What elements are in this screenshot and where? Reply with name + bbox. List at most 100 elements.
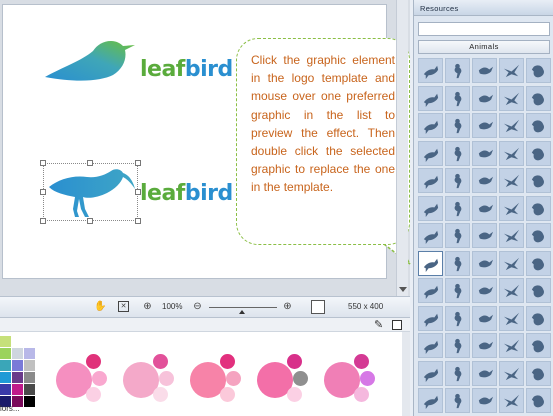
graphic-cell[interactable]: [526, 223, 551, 248]
graphic-cell[interactable]: [445, 360, 470, 386]
color-box-icon[interactable]: [392, 320, 402, 330]
hand-icon[interactable]: ✋: [94, 301, 106, 312]
songbird-logo-graphic[interactable]: [43, 37, 139, 85]
graphic-cell[interactable]: [526, 168, 551, 193]
zoom-in-icon[interactable]: ⊕: [282, 301, 293, 312]
color-swatch[interactable]: [12, 372, 23, 383]
palette-scrollbar[interactable]: [402, 332, 410, 416]
graphic-cell[interactable]: [418, 113, 443, 138]
graphic-cell[interactable]: [526, 85, 551, 111]
graphic-cell[interactable]: [499, 223, 524, 248]
graphic-cell[interactable]: [499, 388, 524, 413]
graphic-cell[interactable]: [499, 58, 524, 83]
color-swatch[interactable]: [24, 372, 35, 383]
graphic-cell[interactable]: [445, 85, 470, 111]
graphic-cell[interactable]: [418, 333, 443, 358]
graphic-cell[interactable]: [445, 250, 470, 276]
resources-search-input[interactable]: [418, 22, 550, 36]
graphic-cell[interactable]: [472, 58, 497, 83]
color-scheme-item[interactable]: [190, 354, 246, 410]
category-dropdown[interactable]: Animals: [418, 40, 550, 54]
color-swatch[interactable]: [0, 372, 11, 383]
graphic-cell[interactable]: [526, 250, 551, 276]
graphic-cell[interactable]: [499, 168, 524, 193]
graphic-cell[interactable]: [445, 278, 470, 303]
color-swatch[interactable]: [0, 384, 11, 395]
color-scheme-item[interactable]: [324, 354, 380, 410]
fit-icon[interactable]: ✕: [118, 301, 129, 312]
graphic-cell[interactable]: [472, 388, 497, 413]
color-swatch[interactable]: [12, 336, 23, 347]
graphic-cell[interactable]: [526, 278, 551, 303]
color-swatch[interactable]: [24, 384, 35, 395]
color-swatch[interactable]: [0, 336, 11, 347]
graphic-cell[interactable]: [472, 333, 497, 358]
scroll-down-arrow-icon[interactable]: [399, 287, 407, 292]
color-swatch[interactable]: [0, 348, 11, 359]
graphic-cell[interactable]: [418, 223, 443, 248]
graphic-cell[interactable]: [526, 58, 551, 83]
graphic-cell[interactable]: [445, 305, 470, 331]
graphic-cell[interactable]: [526, 360, 551, 386]
background-color-button[interactable]: [311, 300, 325, 314]
graphic-cell[interactable]: [418, 360, 443, 386]
color-scheme-item[interactable]: [123, 354, 179, 410]
graphic-cell[interactable]: [472, 168, 497, 193]
graphic-cell[interactable]: [526, 305, 551, 331]
graphic-cell[interactable]: [526, 333, 551, 358]
graphic-cell[interactable]: [418, 305, 443, 331]
crosshair-icon[interactable]: ⊕: [142, 301, 153, 312]
graphic-cell[interactable]: [499, 113, 524, 138]
color-scheme-item[interactable]: [257, 354, 313, 410]
graphic-cell[interactable]: [499, 195, 524, 221]
color-swatch[interactable]: [0, 360, 11, 371]
graphic-cell[interactable]: [445, 195, 470, 221]
zoom-slider-track[interactable]: [209, 307, 277, 308]
color-swatch[interactable]: [12, 348, 23, 359]
graphic-cell[interactable]: [418, 195, 443, 221]
graphic-cell[interactable]: [472, 195, 497, 221]
graphic-cell[interactable]: [472, 360, 497, 386]
graphic-cell[interactable]: [499, 140, 524, 166]
curlew-logo-graphic[interactable]: [45, 165, 137, 221]
graphic-cell[interactable]: [472, 113, 497, 138]
graphic-cell[interactable]: [445, 140, 470, 166]
graphic-cell[interactable]: [418, 140, 443, 166]
graphic-cell[interactable]: [445, 388, 470, 413]
graphic-cell[interactable]: [526, 388, 551, 413]
graphic-cell[interactable]: [526, 195, 551, 221]
color-swatch[interactable]: [12, 384, 23, 395]
color-swatch[interactable]: [24, 348, 35, 359]
more-colors-link[interactable]: lors...: [0, 404, 20, 413]
graphic-cell[interactable]: [499, 85, 524, 111]
graphic-cell[interactable]: [445, 168, 470, 193]
zoom-out-icon[interactable]: ⊖: [192, 301, 203, 312]
graphic-cell[interactable]: [418, 278, 443, 303]
zoom-slider-thumb[interactable]: [239, 310, 245, 314]
graphic-cell[interactable]: [418, 58, 443, 83]
eyedropper-icon[interactable]: ✎: [374, 318, 383, 331]
graphic-cell[interactable]: [472, 140, 497, 166]
graphic-cell[interactable]: [418, 388, 443, 413]
graphic-cell[interactable]: [472, 250, 497, 276]
graphic-cell[interactable]: [445, 223, 470, 248]
graphic-cell[interactable]: [445, 333, 470, 358]
graphic-cell[interactable]: [499, 333, 524, 358]
graphic-cell[interactable]: [472, 305, 497, 331]
color-swatch[interactable]: [24, 336, 35, 347]
color-swatch[interactable]: [24, 360, 35, 371]
color-swatch[interactable]: [12, 360, 23, 371]
graphic-cell[interactable]: [472, 278, 497, 303]
graphic-cell[interactable]: [445, 113, 470, 138]
color-scheme-item[interactable]: [56, 354, 112, 410]
graphic-cell[interactable]: [418, 168, 443, 193]
graphic-cell[interactable]: [499, 305, 524, 331]
vertical-scrollbar[interactable]: [396, 0, 408, 296]
graphic-cell[interactable]: [472, 223, 497, 248]
graphic-cell[interactable]: [499, 278, 524, 303]
graphic-cell[interactable]: [526, 113, 551, 138]
graphic-cell[interactable]: [499, 360, 524, 386]
graphic-cell[interactable]: [418, 250, 443, 276]
graphic-cell[interactable]: [472, 85, 497, 111]
color-swatch[interactable]: [24, 396, 35, 407]
